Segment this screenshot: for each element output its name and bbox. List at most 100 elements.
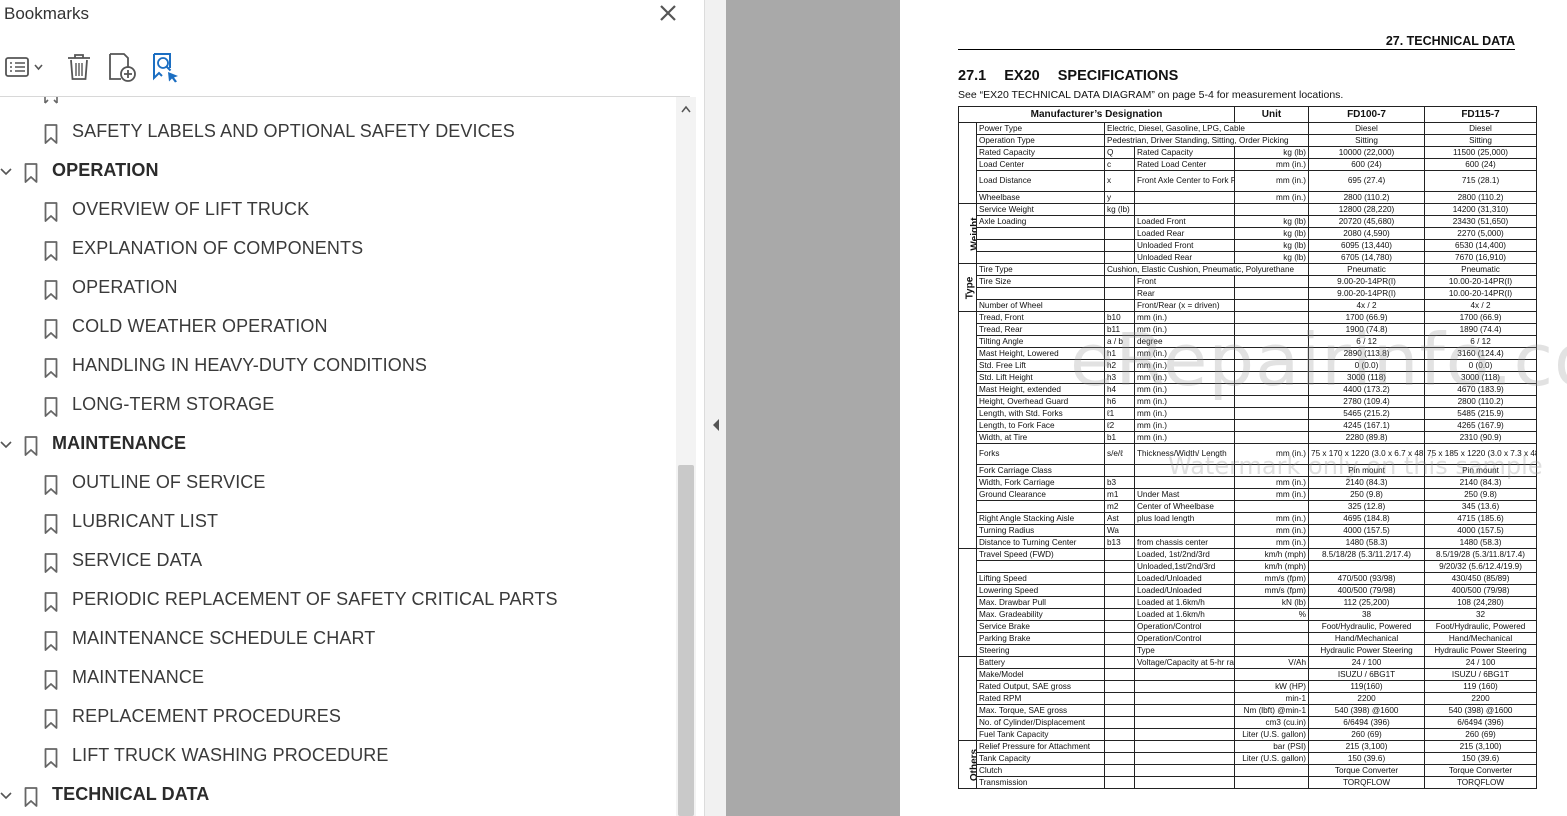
spec-item: Tread, Rear: [976, 323, 1105, 336]
panel-splitter[interactable]: [704, 0, 727, 816]
bookmark-label: TECHNICAL DATA: [52, 784, 210, 804]
spec-value-b: Diesel: [1424, 122, 1538, 135]
spec-row: Lifting Speed Loaded/Unloaded mm/s (fpm) 47…: [959, 572, 1538, 585]
scrollbar-thumb[interactable]: [678, 465, 694, 816]
spec-value-a: 112 (25,200): [1308, 596, 1426, 609]
bookmark-icon: [44, 124, 58, 144]
spec-value-a: [1308, 560, 1426, 573]
spec-symbol: kg (lb): [1104, 203, 1135, 216]
bookmark-section[interactable]: MAINTENANCE: [0, 425, 676, 464]
bookmark-label: COLD WEATHER OPERATION: [72, 316, 328, 336]
spec-item: Lifting Speed: [976, 572, 1105, 585]
spec-value-a: 150 (39.6): [1308, 752, 1426, 765]
bookmark-icon: [24, 163, 38, 183]
bookmark-item[interactable]: EXPLANATION OF COMPONENTS: [0, 230, 676, 269]
spec-detail: [1133, 740, 1236, 753]
header-unit: Unit: [1234, 106, 1310, 123]
bookmark-item[interactable]: REPLACEMENT PROCEDURES: [0, 698, 676, 737]
spec-value-b: 32: [1424, 608, 1538, 621]
spec-item: Transmission: [976, 776, 1105, 789]
spec-symbol: [1104, 215, 1135, 228]
spec-detail: Front/Rear (x = driven): [1133, 299, 1236, 312]
spec-detail: Loaded Rear: [1133, 227, 1236, 240]
chevron-down-icon[interactable]: [0, 790, 12, 802]
spec-value-a: 2140 (84.3): [1308, 476, 1426, 489]
bookmark-item[interactable]: LUBRICANT LIST: [0, 503, 676, 542]
spec-detail: Thickness/Width/ Length: [1133, 443, 1236, 465]
bookmarks-panel: Bookmarks SAFETY LABELS AND OPTIONAL SAF…: [0, 0, 704, 816]
spec-row: Tank Capacity Liter (U.S. gallon) 150 (39.…: [959, 752, 1538, 765]
chevron-down-icon[interactable]: [0, 166, 12, 178]
spec-value-b: 4670 (183.9): [1424, 383, 1538, 396]
options-menu-button[interactable]: [2, 48, 46, 86]
bookmark-item[interactable]: MAINTENANCE: [0, 659, 676, 698]
spec-symbol: [1104, 620, 1135, 633]
spec-detail: Loaded/Unloaded: [1133, 584, 1236, 597]
bookmark-label: PERIODIC REPLACEMENT OF SAFETY CRITICAL …: [72, 589, 558, 609]
collapse-panel-icon[interactable]: [711, 418, 721, 432]
spec-item: Make/Model: [976, 668, 1105, 681]
spec-item: Lowering Speed: [976, 584, 1105, 597]
spec-value-a: 600 (24): [1308, 158, 1426, 171]
document-viewer[interactable]: 27. TECHNICAL DATA 27.1 EX20 SPECIFICATI…: [726, 0, 1567, 816]
spec-unit: [1234, 371, 1310, 384]
spec-symbol: b1: [1104, 431, 1135, 444]
bookmark-item[interactable]: SAFETY LABELS AND OPTIONAL SAFETY DEVICE…: [0, 113, 676, 152]
bookmark-icon: [44, 397, 58, 417]
specifications-body: CharacteristicsPower TypeElectric, Diese…: [958, 122, 1538, 789]
bookmark-item[interactable]: LONG-TERM STORAGE: [0, 386, 676, 425]
bookmark-icon: [44, 319, 58, 339]
spec-value-a: Pneumatic: [1308, 263, 1426, 276]
new-bookmark-button[interactable]: [105, 48, 139, 86]
spec-symbol: s/e/ℓ: [1104, 443, 1135, 465]
spec-symbol: Q: [1104, 146, 1135, 159]
spec-detail: mm (in.): [1133, 371, 1236, 384]
spec-unit: [1234, 335, 1310, 348]
spec-symbol: [1104, 728, 1135, 741]
chevron-down-icon[interactable]: [0, 439, 12, 451]
spec-value-a: 24 / 100: [1308, 656, 1426, 669]
spec-item: Load Center: [976, 158, 1105, 171]
spec-row: Steering Type Hydraulic Power Steering Hydr…: [959, 644, 1538, 657]
bookmark-item[interactable]: SERVICE DATA: [0, 542, 676, 581]
spec-unit: km/h (mph): [1234, 560, 1310, 573]
bookmark-item[interactable]: COLD WEATHER OPERATION: [0, 308, 676, 347]
bookmark-item[interactable]: MAINTENANCE SCHEDULE CHART: [0, 620, 676, 659]
bookmarks-scrollbar[interactable]: [676, 97, 696, 816]
bookmark-item[interactable]: PERIODIC REPLACEMENT OF SAFETY CRITICAL …: [0, 581, 676, 620]
bookmark-item[interactable]: OVERVIEW OF LIFT TRUCK: [0, 191, 676, 230]
bookmark-label: SAFETY LABELS AND OPTIONAL SAFETY DEVICE…: [72, 121, 515, 141]
delete-bookmark-button[interactable]: [63, 48, 95, 86]
spec-value-b: 4265 (167.9): [1424, 419, 1538, 432]
bookmark-icon: [44, 670, 58, 690]
spec-unit: [1234, 668, 1310, 681]
bookmark-item[interactable]: OUTLINE OF SERVICE: [0, 464, 676, 503]
spec-unit: [1234, 431, 1310, 444]
spec-unit: min-1: [1234, 692, 1310, 705]
bookmark-section[interactable]: TECHNICAL DATA: [0, 776, 676, 815]
spec-value-a: 2200: [1308, 692, 1426, 705]
spec-item: Relief Pressure for Attachment: [976, 740, 1105, 753]
find-current-bookmark-button[interactable]: [148, 48, 182, 86]
options-menu-icon: [5, 57, 43, 77]
spec-detail: [1133, 692, 1236, 705]
bookmark-item[interactable]: HANDLING IN HEAVY-DUTY CONDITIONS: [0, 347, 676, 386]
close-icon[interactable]: [656, 1, 680, 25]
spec-unit: [1234, 632, 1310, 645]
spec-detail: Voltage/Capacity at 5-hr rating: [1133, 656, 1236, 669]
spec-item: [976, 500, 1105, 513]
spec-value-b: 14200 (31,310): [1424, 203, 1538, 216]
spec-symbol: [1104, 275, 1135, 288]
spec-row: Rated Output, SAE gross kW (HP) 119(160) 11…: [959, 680, 1538, 693]
bookmark-icon: [44, 748, 58, 768]
spec-row: Tread, Rear b11 mm (in.) 1900 (74.8) 1890 (7…: [959, 323, 1538, 336]
scroll-up-icon[interactable]: [681, 105, 691, 113]
spec-value-b: Hydraulic Power Steering: [1424, 644, 1538, 657]
spec-row: Basic MeasurementTread, Frontb10mm (in.)…: [958, 311, 1538, 549]
spec-unit: kg (lb): [1234, 146, 1310, 159]
bookmark-item[interactable]: LIFT TRUCK WASHING PROCEDURE: [0, 737, 676, 776]
bookmark-section[interactable]: OPERATION: [0, 152, 676, 191]
spec-symbol: [1104, 632, 1135, 645]
bookmark-item[interactable]: OPERATION: [0, 269, 676, 308]
section-title: 27.1 EX20 SPECIFICATIONS: [958, 68, 1179, 84]
